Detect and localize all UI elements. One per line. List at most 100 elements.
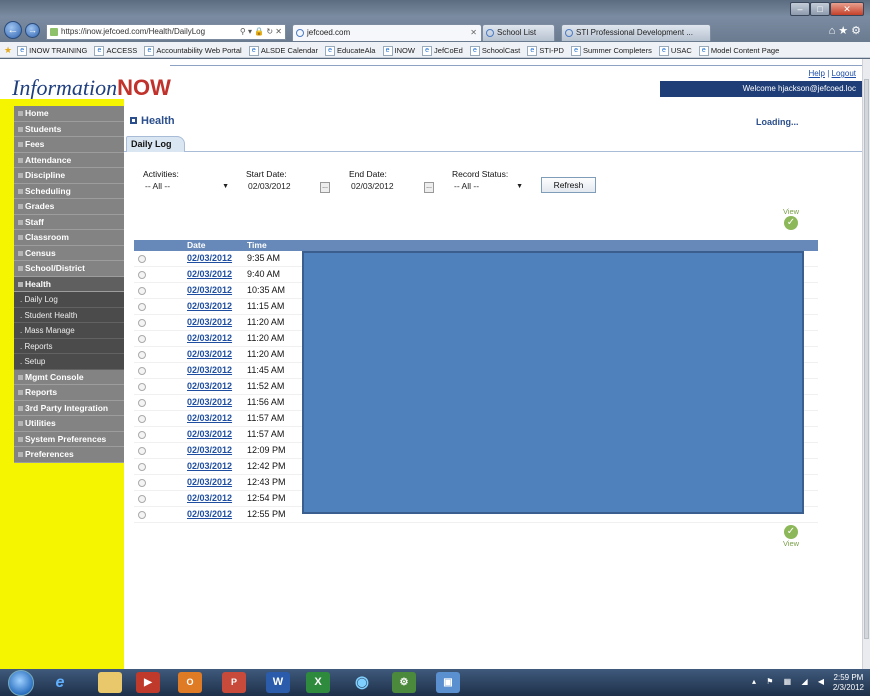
sidebar-subitem-setup[interactable]: . Setup [14, 354, 124, 370]
row-radio[interactable] [138, 271, 146, 279]
sidebar-item-preferences[interactable]: Preferences [14, 447, 124, 463]
row-radio[interactable] [138, 335, 146, 343]
start-date-field[interactable]: 02/03/2012 [246, 180, 316, 194]
sidebar-item-census[interactable]: Census [14, 245, 124, 261]
sidebar-item-staff[interactable]: Staff [14, 214, 124, 230]
row-date-link[interactable]: 02/03/2012 [187, 317, 232, 327]
tab-daily-log[interactable]: Daily Log [126, 136, 185, 152]
row-radio[interactable] [138, 431, 146, 439]
sidebar-item-mgmt-console[interactable]: Mgmt Console [14, 369, 124, 385]
forward-button[interactable]: → [25, 23, 40, 38]
end-date-calendar-button[interactable]: ... [424, 182, 434, 193]
activities-select[interactable]: -- All -- ▼ [143, 180, 231, 194]
row-date-link[interactable]: 02/03/2012 [187, 445, 232, 455]
internet-explorer-icon[interactable]: e [48, 672, 72, 693]
favorite-link[interactable]: Model Content Page [699, 43, 779, 57]
row-date-link[interactable]: 02/03/2012 [187, 493, 232, 503]
refresh-button[interactable]: Refresh [541, 177, 596, 193]
sidebar-item-discipline[interactable]: Discipline [14, 168, 124, 184]
network-icon[interactable]: ⚙ [392, 672, 416, 693]
favorite-link[interactable]: Summer Completers [571, 43, 652, 57]
row-radio[interactable] [138, 287, 146, 295]
sidebar-item-health[interactable]: Health [14, 276, 124, 292]
favorite-link[interactable]: INOW [383, 43, 415, 57]
address-tools-icon[interactable]: ⚲ ▾ 🔒 ↻ ✕ [240, 25, 282, 39]
column-header-time[interactable]: Time [247, 240, 267, 251]
end-date-field[interactable]: 02/03/2012 [349, 180, 419, 194]
browser-icon[interactable]: ◉ [350, 672, 374, 693]
page-scrollbar[interactable] [862, 59, 870, 669]
help-link[interactable]: Help [809, 69, 825, 78]
sidebar-item-utilities[interactable]: Utilities [14, 416, 124, 432]
favorite-link[interactable]: STI-PD [527, 43, 564, 57]
sidebar-subitem-daily-log[interactable]: . Daily Log [14, 292, 124, 308]
sidebar-item-system-preferences[interactable]: System Preferences [14, 431, 124, 447]
favorite-link[interactable]: JefCoEd [422, 43, 463, 57]
row-radio[interactable] [138, 415, 146, 423]
excel-icon[interactable]: X [306, 672, 330, 693]
document-icon[interactable]: ▣ [436, 672, 460, 693]
row-date-link[interactable]: 02/03/2012 [187, 333, 232, 343]
sidebar-item-fees[interactable]: Fees [14, 137, 124, 153]
back-button[interactable]: ← [4, 21, 22, 39]
row-date-link[interactable]: 02/03/2012 [187, 285, 232, 295]
view-button-bottom[interactable]: ✓ View [775, 525, 807, 548]
logout-link[interactable]: Logout [832, 69, 856, 78]
sidebar-subitem-mass-manage[interactable]: . Mass Manage [14, 323, 124, 339]
sidebar-item-scheduling[interactable]: Scheduling [14, 183, 124, 199]
row-radio[interactable] [138, 511, 146, 519]
row-date-link[interactable]: 02/03/2012 [187, 429, 232, 439]
favorite-link[interactable]: EducateAla [325, 43, 375, 57]
column-header-date[interactable]: Date [187, 240, 205, 251]
sidebar-item-school-district[interactable]: School/District [14, 261, 124, 277]
browser-tab-sti[interactable]: STI Professional Development ... [561, 24, 711, 41]
sidebar-item-classroom[interactable]: Classroom [14, 230, 124, 246]
close-window-button[interactable]: ✕ [830, 2, 864, 16]
system-tray-icons[interactable]: ▴ ⚑ ▦ ◢ ◀ [752, 677, 828, 686]
file-explorer-icon[interactable] [98, 672, 122, 693]
row-radio[interactable] [138, 447, 146, 455]
sidebar-item-home[interactable]: Home [14, 106, 124, 122]
start-button[interactable] [8, 670, 34, 696]
scrollbar-thumb[interactable] [864, 79, 869, 639]
row-date-link[interactable]: 02/03/2012 [187, 461, 232, 471]
publisher-icon[interactable]: P [222, 672, 246, 693]
minimize-button[interactable]: – [790, 2, 810, 16]
row-date-link[interactable]: 02/03/2012 [187, 509, 232, 519]
favorite-link[interactable]: INOW TRAINING [17, 43, 87, 57]
record-status-select[interactable]: -- All -- ▼ [452, 180, 525, 194]
informationnow-logo[interactable]: InformationNOW [12, 75, 171, 101]
media-player-icon[interactable]: ▶ [136, 672, 160, 693]
favorite-link[interactable]: ACCESS [94, 43, 137, 57]
favorite-link[interactable]: ALSDE Calendar [249, 43, 318, 57]
row-radio[interactable] [138, 255, 146, 263]
row-radio[interactable] [138, 495, 146, 503]
row-date-link[interactable]: 02/03/2012 [187, 413, 232, 423]
row-radio[interactable] [138, 303, 146, 311]
row-date-link[interactable]: 02/03/2012 [187, 365, 232, 375]
favorite-link[interactable]: USAC [659, 43, 692, 57]
home-star-gear-icons[interactable]: ⌂★⚙ [829, 24, 864, 37]
sidebar-item-attendance[interactable]: Attendance [14, 152, 124, 168]
row-date-link[interactable]: 02/03/2012 [187, 477, 232, 487]
address-bar[interactable]: https://inow.jefcoed.com/Health/DailyLog… [46, 24, 286, 40]
view-button-top[interactable]: View ✓ [775, 207, 807, 230]
sidebar-subitem-reports[interactable]: . Reports [14, 338, 124, 354]
row-date-link[interactable]: 02/03/2012 [187, 269, 232, 279]
row-radio[interactable] [138, 399, 146, 407]
browser-tab-jefcoed[interactable]: jefcoed.com ✕ [292, 24, 482, 41]
tab-close-icon[interactable]: ✕ [470, 25, 477, 40]
sidebar-item-3rd-party[interactable]: 3rd Party Integration [14, 400, 124, 416]
row-radio[interactable] [138, 367, 146, 375]
favorites-star-icon[interactable]: ★ [4, 45, 12, 55]
favorite-link[interactable]: SchoolCast [470, 43, 520, 57]
row-radio[interactable] [138, 319, 146, 327]
row-date-link[interactable]: 02/03/2012 [187, 301, 232, 311]
row-date-link[interactable]: 02/03/2012 [187, 381, 232, 391]
row-date-link[interactable]: 02/03/2012 [187, 397, 232, 407]
row-radio[interactable] [138, 351, 146, 359]
row-date-link[interactable]: 02/03/2012 [187, 349, 232, 359]
sidebar-item-reports[interactable]: Reports [14, 385, 124, 401]
favorite-link[interactable]: Accountability Web Portal [144, 43, 241, 57]
row-radio[interactable] [138, 479, 146, 487]
